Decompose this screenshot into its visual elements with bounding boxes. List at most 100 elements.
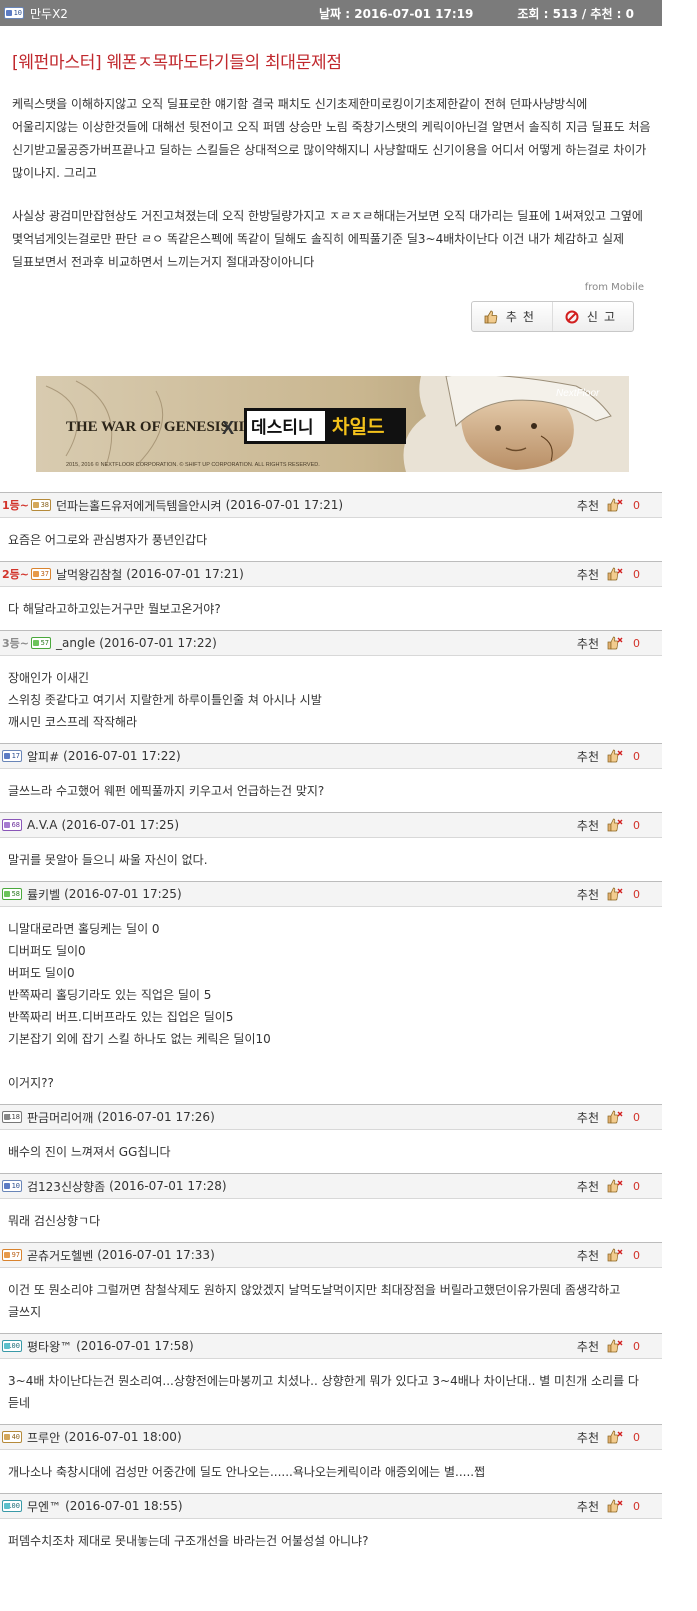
comment-header: 1등~ 38 던파는홀드유저에게득템을안시켜 (2016-07-01 17:21) 추천…: [0, 492, 662, 518]
comment-item: 17 알피# (2016-07-01 17:22) 추천 0 글쓰느라 수고했어 웨펀 에…: [0, 743, 662, 812]
comment-author[interactable]: 던파는홀드유저에게득템을안시켜: [56, 497, 222, 514]
comment-author[interactable]: 알피#: [27, 748, 59, 765]
thumbs-up-down-icon[interactable]: [607, 566, 623, 582]
comment-body: 3~4배 차이난다는건 뭔소리여...상향전에는마봉끼고 치셨나.. 상향한게 …: [8, 1374, 639, 1410]
thumbs-up-down-icon[interactable]: [607, 817, 623, 833]
thumbs-up-down-icon[interactable]: [607, 748, 623, 764]
comment-recommend-label: 추천: [576, 887, 599, 902]
comment-recommend[interactable]: 추천 0: [577, 1338, 640, 1355]
comment-recommend-count: 0: [633, 749, 640, 763]
recommend-button[interactable]: 추천: [472, 302, 552, 331]
comment-item: 40 프루안 (2016-07-01 18:00) 추천 0 개나소나 축창시대에 검성만…: [0, 1424, 662, 1493]
report-label: 신고: [586, 310, 621, 324]
prohibited-icon: [565, 310, 579, 323]
thumbs-up-down-icon[interactable]: [607, 1109, 623, 1125]
comment-time: (2016-07-01 17:25): [64, 887, 182, 901]
thumbs-up-down-icon[interactable]: [607, 1498, 623, 1514]
comment-author[interactable]: 률키벨: [27, 886, 60, 903]
comment-time: (2016-07-01 17:28): [109, 1179, 227, 1193]
banner-brand: NextFloor: [556, 388, 600, 399]
comment-header: 97 곧츄거도헬벤 (2016-07-01 17:33) 추천 0: [0, 1242, 662, 1268]
post-author[interactable]: 만두X2: [30, 5, 68, 22]
comment-item: 118 판금머리어깨 (2016-07-01 17:26) 추천 0 배수의 진이 느껴져…: [0, 1104, 662, 1173]
comment-item: 10 검123신상향좀 (2016-07-01 17:28) 추천 0 뭐래 검신상향ㄱ다: [0, 1173, 662, 1242]
comment-item: 1등~ 38 던파는홀드유저에게득템을안시켜 (2016-07-01 17:21) 추천…: [0, 492, 662, 561]
comment-recommend-count: 0: [633, 636, 640, 650]
comment-recommend[interactable]: 추천 0: [577, 817, 640, 834]
comment-recommend[interactable]: 추천 0: [577, 1247, 640, 1264]
comment-rank-badge: 3등~: [2, 637, 29, 650]
recommend-label: 추천: [505, 310, 540, 324]
banner-cross: X: [222, 418, 234, 438]
thumbs-up-down-icon[interactable]: [607, 497, 623, 513]
comment-recommend[interactable]: 추천 0: [577, 748, 640, 765]
comment-recommend-label: 추천: [576, 749, 599, 764]
banner-collab-part1: 데스티니: [251, 418, 314, 438]
comment-recommend-label: 추천: [576, 1248, 599, 1263]
comment-author[interactable]: 판금머리어깨: [27, 1109, 93, 1126]
comment-recommend[interactable]: 추천 0: [577, 635, 640, 652]
comment-recommend-count: 0: [633, 1339, 640, 1353]
comment-recommend[interactable]: 추천 0: [577, 886, 640, 903]
comment-author[interactable]: 날먹왕김참철: [56, 566, 122, 583]
comment-recommend[interactable]: 추천 0: [577, 1498, 640, 1515]
level-badge-icon: 37: [31, 568, 51, 580]
comment-time: (2016-07-01 17:22): [99, 636, 217, 650]
comment-time: (2016-07-01 17:26): [97, 1110, 215, 1124]
comment-time: (2016-07-01 17:33): [97, 1248, 215, 1262]
comment-author[interactable]: 무엔™: [27, 1498, 61, 1515]
comment-author[interactable]: 곧츄거도헬벤: [27, 1247, 93, 1264]
post-stats: 조회 : 513 / 추천 : 0: [517, 6, 634, 21]
comment-body: 말귀를 못알아 들으니 싸울 자신이 없다.: [8, 853, 208, 867]
post-paragraph: 케릭스탯을 이해하지않고 오직 딜표로한 얘기함 결국 패치도 신기초제한미로킹…: [12, 97, 651, 180]
thumbs-up-down-icon[interactable]: [607, 1178, 623, 1194]
comment-recommend-label: 추천: [576, 818, 599, 833]
comment-recommend-count: 0: [633, 567, 640, 581]
comment-recommend-count: 0: [633, 1179, 640, 1193]
comment-recommend-label: 추천: [576, 567, 599, 582]
comment-body: 니말대로라면 홀딩케는 딜이 0 디버퍼도 딜이0 버퍼도 딜이0 반쪽짜리 홀…: [8, 922, 271, 1090]
comment-header: 100 평타왕™ (2016-07-01 17:58) 추천 0: [0, 1333, 662, 1359]
comment-recommend-count: 0: [633, 1430, 640, 1444]
comment-item: 97 곧츄거도헬벤 (2016-07-01 17:33) 추천 0 이건 또 뭔소리야 그…: [0, 1242, 662, 1333]
thumbs-up-down-icon[interactable]: [607, 1429, 623, 1445]
thumbs-up-down-icon[interactable]: [607, 1247, 623, 1263]
thumbs-up-down-icon[interactable]: [607, 886, 623, 902]
comment-recommend[interactable]: 추천 0: [577, 1178, 640, 1195]
comment-author[interactable]: 검123신상향좀: [27, 1178, 105, 1195]
level-badge-icon: 38: [31, 499, 51, 511]
level-badge-icon: 97: [2, 1249, 22, 1261]
comment-time: (2016-07-01 17:58): [76, 1339, 194, 1353]
comment-recommend[interactable]: 추천 0: [577, 566, 640, 583]
comment-rank-badge: 2등~: [2, 568, 29, 581]
thumbs-up-down-icon[interactable]: [607, 635, 623, 651]
thumbs-up-icon: [484, 310, 498, 323]
ad-banner[interactable]: THE WAR OF GENESIS III X 데스티니 차일드 NextFl…: [36, 376, 629, 472]
comment-recommend-count: 0: [633, 818, 640, 832]
comment-recommend[interactable]: 추천 0: [577, 1429, 640, 1446]
comment-recommend-label: 추천: [576, 1430, 599, 1445]
post-paragraph: 사실상 광검미만잡현상도 거진고쳐졌는데 오직 한방딜량가지고 ㅈㄹㅈㄹ해대는거…: [12, 209, 643, 269]
comment-author[interactable]: 평타왕™: [27, 1338, 72, 1355]
comment-author[interactable]: A.V.A: [27, 818, 58, 832]
post-date: 날짜 : 2016-07-01 17:19: [319, 5, 473, 22]
comment-body: 이건 또 뭔소리야 그럴꺼면 참철삭제도 원하지 않았겠지 날먹도날먹이지만 최…: [8, 1283, 621, 1319]
level-badge-icon: 58: [2, 888, 22, 900]
comment-item: 2등~ 37 날먹왕김참철 (2016-07-01 17:21) 추천 0 다 해달라고하고…: [0, 561, 662, 630]
comment-recommend-label: 추천: [576, 498, 599, 513]
comment-item: 100 무엔™ (2016-07-01 18:55) 추천 0 퍼뎀수치조차 제대로 못내…: [0, 1493, 662, 1562]
comment-body: 장애인가 이새긴 스위칭 좃같다고 여기서 지랄한게 하루이틀인줄 쳐 아시나 …: [8, 671, 322, 729]
comment-author[interactable]: 프루안: [27, 1429, 60, 1446]
report-button[interactable]: 신고: [551, 302, 633, 331]
level-badge-icon: 57: [31, 637, 51, 649]
comment-recommend[interactable]: 추천 0: [577, 1109, 640, 1126]
comment-recommend-count: 0: [633, 1248, 640, 1262]
thumbs-up-down-icon[interactable]: [607, 1338, 623, 1354]
comment-author[interactable]: _angle: [56, 636, 95, 650]
comment-time: (2016-07-01 17:21): [126, 567, 244, 581]
comment-body: 개나소나 축창시대에 검성만 어중간에 딜도 안나오는......욕나오는케릭이…: [8, 1465, 486, 1479]
comment-recommend[interactable]: 추천 0: [577, 497, 640, 514]
level-badge-icon: 100: [2, 1340, 22, 1352]
comment-time: (2016-07-01 18:00): [64, 1430, 182, 1444]
banner-copyright: 2015, 2016 © NEXTFLOOR CORPORATION. © SH…: [66, 461, 320, 468]
